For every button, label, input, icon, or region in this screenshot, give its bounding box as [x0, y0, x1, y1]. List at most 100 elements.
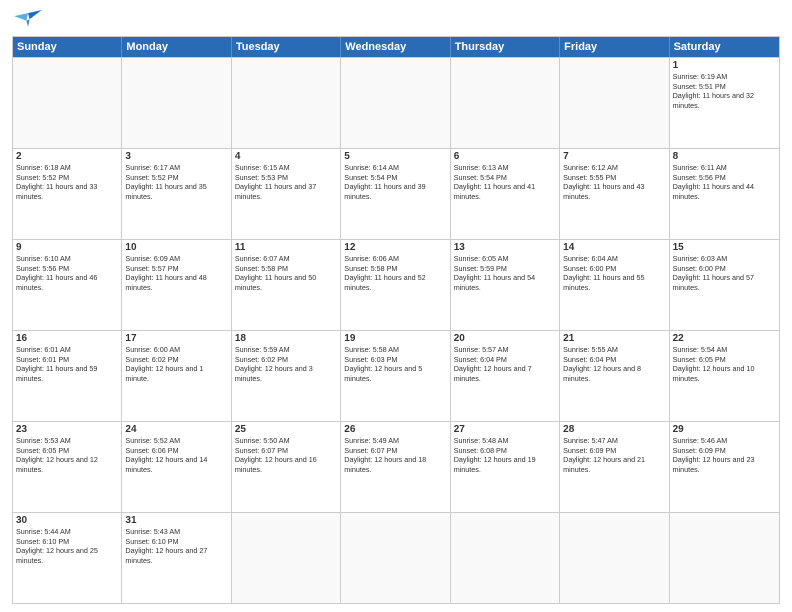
calendar-cell [451, 513, 560, 603]
calendar-row-2: 2Sunrise: 6:18 AM Sunset: 5:52 PM Daylig… [13, 148, 779, 239]
day-number: 6 [454, 151, 556, 162]
calendar-cell: 25Sunrise: 5:50 AM Sunset: 6:07 PM Dayli… [232, 422, 341, 512]
weekday-header-wednesday: Wednesday [341, 37, 450, 57]
logo-text [12, 10, 42, 30]
cell-info: Sunrise: 5:53 AM Sunset: 6:05 PM Dayligh… [16, 436, 118, 475]
calendar-cell: 5Sunrise: 6:14 AM Sunset: 5:54 PM Daylig… [341, 149, 450, 239]
cell-info: Sunrise: 6:14 AM Sunset: 5:54 PM Dayligh… [344, 163, 446, 202]
weekday-header-thursday: Thursday [451, 37, 560, 57]
day-number: 1 [673, 60, 776, 71]
calendar-cell [560, 58, 669, 148]
weekday-header-saturday: Saturday [670, 37, 779, 57]
weekday-header-sunday: Sunday [13, 37, 122, 57]
day-number: 31 [125, 515, 227, 526]
day-number: 9 [16, 242, 118, 253]
day-number: 16 [16, 333, 118, 344]
calendar-cell: 3Sunrise: 6:17 AM Sunset: 5:52 PM Daylig… [122, 149, 231, 239]
calendar-cell: 8Sunrise: 6:11 AM Sunset: 5:56 PM Daylig… [670, 149, 779, 239]
calendar-cell: 18Sunrise: 5:59 AM Sunset: 6:02 PM Dayli… [232, 331, 341, 421]
cell-info: Sunrise: 6:18 AM Sunset: 5:52 PM Dayligh… [16, 163, 118, 202]
day-number: 14 [563, 242, 665, 253]
day-number: 28 [563, 424, 665, 435]
calendar-cell: 15Sunrise: 6:03 AM Sunset: 6:00 PM Dayli… [670, 240, 779, 330]
calendar-cell: 11Sunrise: 6:07 AM Sunset: 5:58 PM Dayli… [232, 240, 341, 330]
cell-info: Sunrise: 6:05 AM Sunset: 5:59 PM Dayligh… [454, 254, 556, 293]
calendar-cell [341, 513, 450, 603]
day-number: 11 [235, 242, 337, 253]
calendar-cell: 21Sunrise: 5:55 AM Sunset: 6:04 PM Dayli… [560, 331, 669, 421]
cell-info: Sunrise: 5:50 AM Sunset: 6:07 PM Dayligh… [235, 436, 337, 475]
calendar-cell: 17Sunrise: 6:00 AM Sunset: 6:02 PM Dayli… [122, 331, 231, 421]
calendar-cell: 29Sunrise: 5:46 AM Sunset: 6:09 PM Dayli… [670, 422, 779, 512]
calendar-cell [341, 58, 450, 148]
calendar-cell: 19Sunrise: 5:58 AM Sunset: 6:03 PM Dayli… [341, 331, 450, 421]
day-number: 5 [344, 151, 446, 162]
calendar-cell: 14Sunrise: 6:04 AM Sunset: 6:00 PM Dayli… [560, 240, 669, 330]
calendar-cell [560, 513, 669, 603]
calendar-cell [122, 58, 231, 148]
day-number: 12 [344, 242, 446, 253]
calendar-cell: 7Sunrise: 6:12 AM Sunset: 5:55 PM Daylig… [560, 149, 669, 239]
cell-info: Sunrise: 6:10 AM Sunset: 5:56 PM Dayligh… [16, 254, 118, 293]
day-number: 3 [125, 151, 227, 162]
day-number: 30 [16, 515, 118, 526]
header [12, 10, 780, 30]
calendar-cell: 1Sunrise: 6:19 AM Sunset: 5:51 PM Daylig… [670, 58, 779, 148]
calendar-cell: 2Sunrise: 6:18 AM Sunset: 5:52 PM Daylig… [13, 149, 122, 239]
cell-info: Sunrise: 5:44 AM Sunset: 6:10 PM Dayligh… [16, 527, 118, 566]
day-number: 23 [16, 424, 118, 435]
day-number: 25 [235, 424, 337, 435]
calendar-cell: 4Sunrise: 6:15 AM Sunset: 5:53 PM Daylig… [232, 149, 341, 239]
cell-info: Sunrise: 5:49 AM Sunset: 6:07 PM Dayligh… [344, 436, 446, 475]
calendar-cell: 9Sunrise: 6:10 AM Sunset: 5:56 PM Daylig… [13, 240, 122, 330]
cell-info: Sunrise: 6:09 AM Sunset: 5:57 PM Dayligh… [125, 254, 227, 293]
cell-info: Sunrise: 5:47 AM Sunset: 6:09 PM Dayligh… [563, 436, 665, 475]
calendar-cell: 28Sunrise: 5:47 AM Sunset: 6:09 PM Dayli… [560, 422, 669, 512]
calendar-cell: 6Sunrise: 6:13 AM Sunset: 5:54 PM Daylig… [451, 149, 560, 239]
day-number: 8 [673, 151, 776, 162]
cell-info: Sunrise: 6:00 AM Sunset: 6:02 PM Dayligh… [125, 345, 227, 384]
day-number: 4 [235, 151, 337, 162]
day-number: 18 [235, 333, 337, 344]
cell-info: Sunrise: 5:58 AM Sunset: 6:03 PM Dayligh… [344, 345, 446, 384]
calendar-cell: 10Sunrise: 6:09 AM Sunset: 5:57 PM Dayli… [122, 240, 231, 330]
calendar-row-6: 30Sunrise: 5:44 AM Sunset: 6:10 PM Dayli… [13, 512, 779, 603]
calendar-cell: 16Sunrise: 6:01 AM Sunset: 6:01 PM Dayli… [13, 331, 122, 421]
cell-info: Sunrise: 6:19 AM Sunset: 5:51 PM Dayligh… [673, 72, 776, 111]
day-number: 2 [16, 151, 118, 162]
calendar-cell [232, 513, 341, 603]
cell-info: Sunrise: 6:01 AM Sunset: 6:01 PM Dayligh… [16, 345, 118, 384]
weekday-header-friday: Friday [560, 37, 669, 57]
cell-info: Sunrise: 6:17 AM Sunset: 5:52 PM Dayligh… [125, 163, 227, 202]
calendar: SundayMondayTuesdayWednesdayThursdayFrid… [12, 36, 780, 604]
cell-info: Sunrise: 6:04 AM Sunset: 6:00 PM Dayligh… [563, 254, 665, 293]
cell-info: Sunrise: 6:11 AM Sunset: 5:56 PM Dayligh… [673, 163, 776, 202]
day-number: 29 [673, 424, 776, 435]
calendar-row-5: 23Sunrise: 5:53 AM Sunset: 6:05 PM Dayli… [13, 421, 779, 512]
calendar-cell [13, 58, 122, 148]
calendar-cell: 30Sunrise: 5:44 AM Sunset: 6:10 PM Dayli… [13, 513, 122, 603]
day-number: 19 [344, 333, 446, 344]
cell-info: Sunrise: 5:59 AM Sunset: 6:02 PM Dayligh… [235, 345, 337, 384]
cell-info: Sunrise: 5:54 AM Sunset: 6:05 PM Dayligh… [673, 345, 776, 384]
day-number: 24 [125, 424, 227, 435]
calendar-cell: 22Sunrise: 5:54 AM Sunset: 6:05 PM Dayli… [670, 331, 779, 421]
cell-info: Sunrise: 5:57 AM Sunset: 6:04 PM Dayligh… [454, 345, 556, 384]
cell-info: Sunrise: 6:15 AM Sunset: 5:53 PM Dayligh… [235, 163, 337, 202]
calendar-header: SundayMondayTuesdayWednesdayThursdayFrid… [13, 37, 779, 57]
day-number: 20 [454, 333, 556, 344]
calendar-cell: 20Sunrise: 5:57 AM Sunset: 6:04 PM Dayli… [451, 331, 560, 421]
calendar-cell: 24Sunrise: 5:52 AM Sunset: 6:06 PM Dayli… [122, 422, 231, 512]
weekday-header-tuesday: Tuesday [232, 37, 341, 57]
day-number: 27 [454, 424, 556, 435]
cell-info: Sunrise: 6:12 AM Sunset: 5:55 PM Dayligh… [563, 163, 665, 202]
calendar-row-1: 1Sunrise: 6:19 AM Sunset: 5:51 PM Daylig… [13, 57, 779, 148]
calendar-row-4: 16Sunrise: 6:01 AM Sunset: 6:01 PM Dayli… [13, 330, 779, 421]
calendar-cell [670, 513, 779, 603]
day-number: 10 [125, 242, 227, 253]
cell-info: Sunrise: 6:03 AM Sunset: 6:00 PM Dayligh… [673, 254, 776, 293]
cell-info: Sunrise: 5:46 AM Sunset: 6:09 PM Dayligh… [673, 436, 776, 475]
cell-info: Sunrise: 5:52 AM Sunset: 6:06 PM Dayligh… [125, 436, 227, 475]
calendar-cell: 13Sunrise: 6:05 AM Sunset: 5:59 PM Dayli… [451, 240, 560, 330]
day-number: 21 [563, 333, 665, 344]
